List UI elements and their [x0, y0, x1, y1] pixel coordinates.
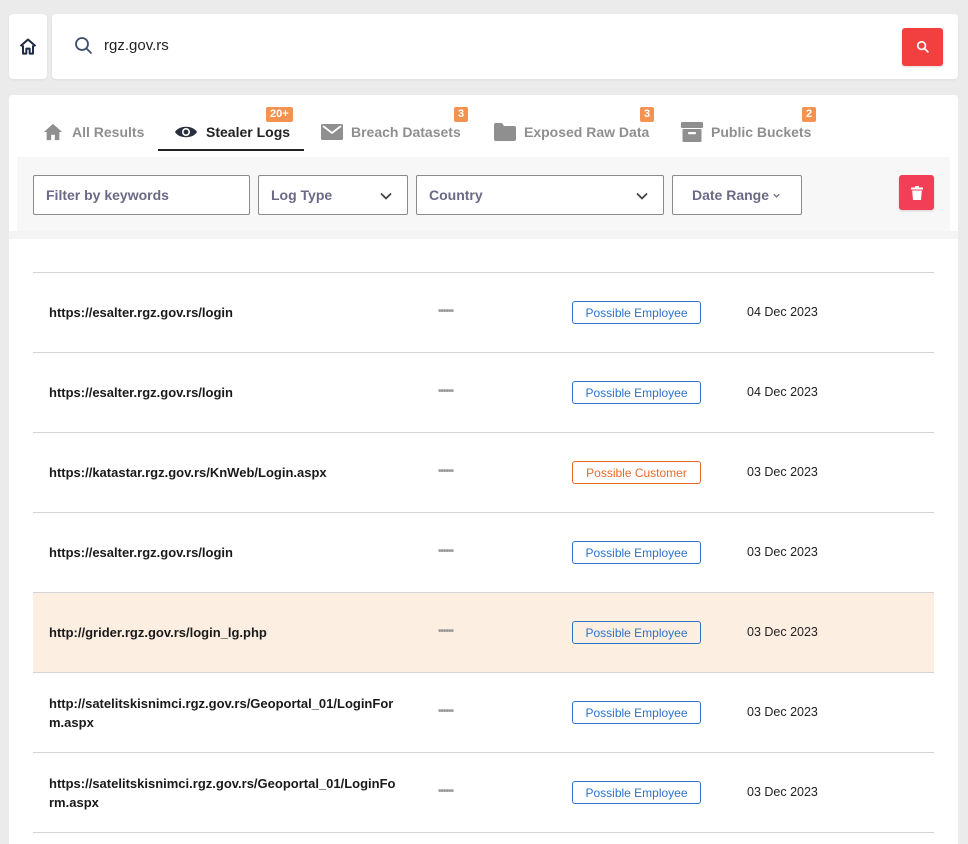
status-badge: Possible Employee: [572, 621, 701, 644]
stealer-logs-table: https://esalter.rgz.gov.rs/login •••••• …: [33, 272, 934, 833]
status-badge: Possible Customer: [572, 461, 701, 484]
tab-exposed-raw-data[interactable]: Exposed Raw Data: [494, 113, 649, 151]
keyword-filter-input[interactable]: Filter by keywords: [33, 175, 250, 215]
table-row[interactable]: https://esalter.rgz.gov.rs/login •••••• …: [33, 353, 934, 433]
chevron-down-icon: [636, 192, 648, 200]
eye-icon: [175, 126, 197, 138]
log-date: 03 Dec 2023: [747, 785, 818, 799]
tab-label: Exposed Raw Data: [524, 124, 650, 140]
tab-count-badge: 3: [454, 107, 469, 122]
tab-count-badge: 3: [640, 107, 655, 122]
log-date: 03 Dec 2023: [747, 465, 818, 479]
status-badge: Possible Employee: [572, 301, 701, 324]
tab-label: Breach Datasets: [351, 124, 461, 140]
tab-all-results[interactable]: All Results: [42, 113, 144, 151]
tab-count-badge: 20+: [266, 107, 293, 122]
table-row[interactable]: https://satelitskisnimci.rgz.gov.rs/Geop…: [33, 753, 934, 833]
filter-bar: Filter by keywords Log Type Country Date…: [17, 157, 950, 231]
status-badge: Possible Employee: [572, 541, 701, 564]
log-date: 03 Dec 2023: [747, 705, 818, 719]
archive-icon: [681, 122, 703, 142]
tab-breach-datasets[interactable]: Breach Datasets: [321, 113, 461, 151]
log-type-label: Log Type: [271, 187, 333, 203]
results-panel: All Results Stealer Logs 20+ Breach Data…: [9, 95, 958, 844]
search-input[interactable]: rgz.gov.rs: [104, 37, 169, 54]
home-icon: [19, 38, 37, 55]
log-date: 03 Dec 2023: [747, 545, 818, 559]
log-url: https://satelitskisnimci.rgz.gov.rs/Geop…: [49, 775, 396, 810]
clear-filters-button[interactable]: [899, 175, 934, 210]
status-badge: Possible Employee: [572, 781, 701, 804]
log-url: https://esalter.rgz.gov.rs/login: [49, 545, 233, 560]
masked-password: ••••••: [438, 706, 454, 717]
masked-password: ••••••: [438, 626, 454, 637]
active-tab-indicator: [158, 149, 304, 151]
table-row[interactable]: https://esalter.rgz.gov.rs/login •••••• …: [33, 513, 934, 593]
country-label: Country: [429, 187, 483, 203]
home-button[interactable]: [9, 14, 47, 79]
status-badge: Possible Employee: [572, 701, 701, 724]
tab-public-buckets[interactable]: Public Buckets: [681, 113, 811, 151]
log-date: 04 Dec 2023: [747, 385, 818, 399]
folder-icon: [494, 123, 516, 141]
country-select[interactable]: Country: [416, 175, 664, 215]
masked-password: ••••••: [438, 306, 454, 317]
log-url: http://satelitskisnimci.rgz.gov.rs/Geopo…: [49, 695, 394, 730]
search-icon: [74, 36, 94, 56]
masked-password: ••••••: [438, 466, 454, 477]
table-row[interactable]: https://esalter.rgz.gov.rs/login •••••• …: [33, 273, 934, 353]
tab-count-badge: 2: [802, 107, 817, 122]
home-icon: [43, 123, 63, 141]
masked-password: ••••••: [438, 786, 454, 797]
search-bar: rgz.gov.rs: [52, 14, 958, 79]
chevron-down-icon: [773, 193, 780, 198]
table-row[interactable]: https://katastar.rgz.gov.rs/KnWeb/Login.…: [33, 433, 934, 513]
masked-password: ••••••: [438, 546, 454, 557]
log-type-select[interactable]: Log Type: [258, 175, 408, 215]
chevron-down-icon: [380, 192, 392, 200]
log-url: http://grider.rgz.gov.rs/login_lg.php: [49, 625, 267, 640]
masked-password: ••••••: [438, 386, 454, 397]
log-url: https://katastar.rgz.gov.rs/KnWeb/Login.…: [49, 465, 327, 480]
log-date: 04 Dec 2023: [747, 305, 818, 319]
date-range-label: Date Range: [692, 187, 770, 203]
tab-label: Stealer Logs: [206, 124, 291, 140]
table-row[interactable]: http://satelitskisnimci.rgz.gov.rs/Geopo…: [33, 673, 934, 753]
search-submit-button[interactable]: [902, 28, 943, 66]
trash-icon: [910, 185, 923, 200]
tab-label: All Results: [72, 124, 145, 140]
tab-label: Public Buckets: [711, 124, 812, 140]
date-range-select[interactable]: Date Range: [672, 175, 802, 215]
keyword-filter-placeholder: Filter by keywords: [46, 187, 169, 203]
search-icon: [916, 40, 929, 53]
log-url: https://esalter.rgz.gov.rs/login: [49, 385, 233, 400]
status-badge: Possible Employee: [572, 381, 701, 404]
table-row[interactable]: http://grider.rgz.gov.rs/login_lg.php ••…: [33, 593, 934, 673]
log-date: 03 Dec 2023: [747, 625, 818, 639]
section-divider: [9, 231, 958, 239]
log-url: https://esalter.rgz.gov.rs/login: [49, 305, 233, 320]
results-tabs: All Results Stealer Logs 20+ Breach Data…: [9, 95, 958, 153]
mail-icon: [321, 124, 343, 140]
